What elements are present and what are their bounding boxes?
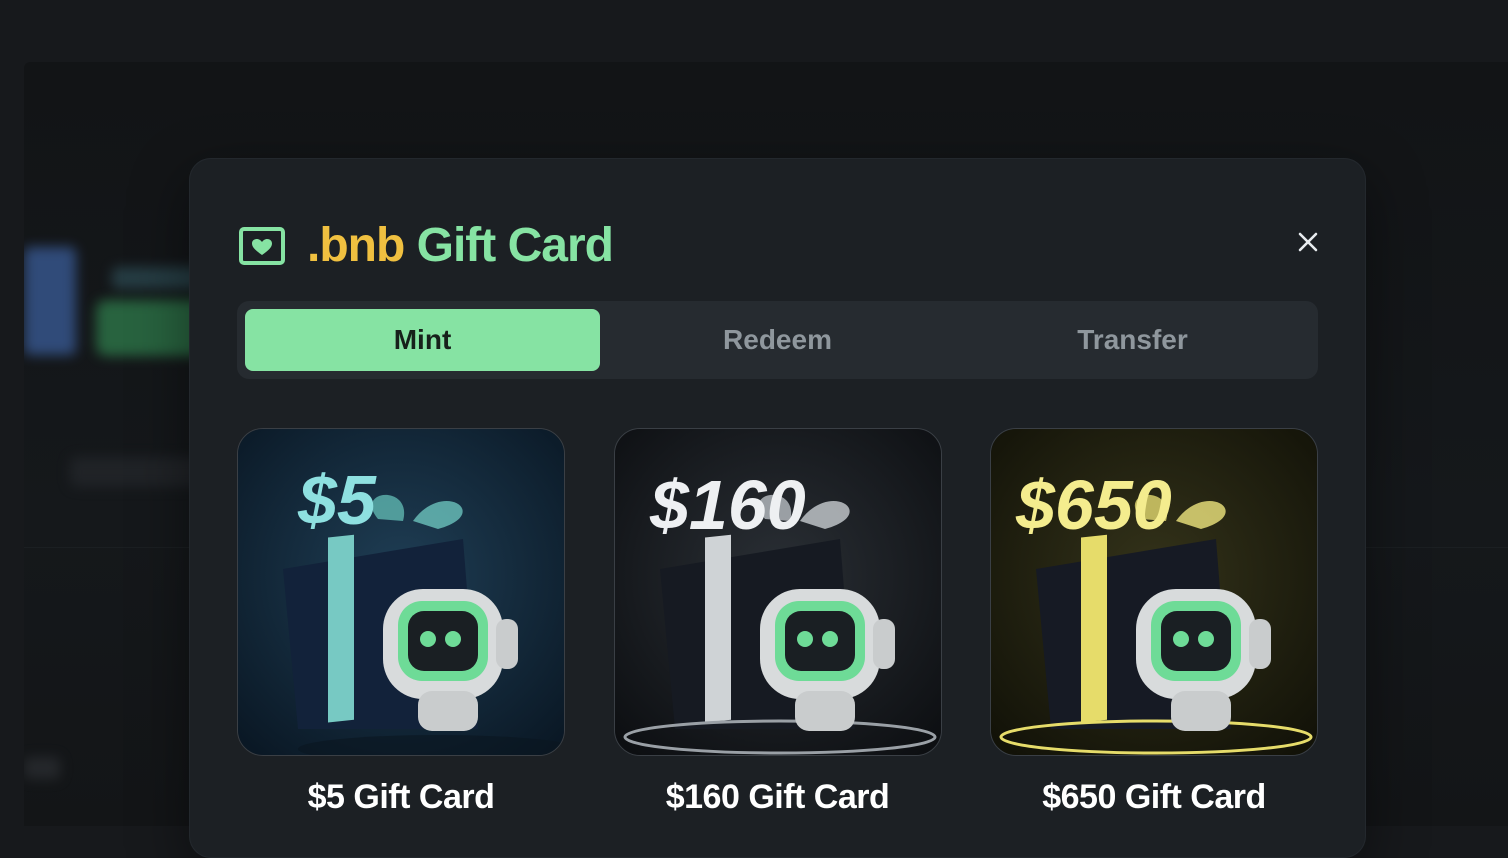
gift-card-option-650[interactable]: $650 $650 Gift Card <box>990 428 1318 817</box>
gift-card-list: $5 $5 Gift Card $160 $160 Gift Card $650… <box>237 428 1318 817</box>
gift-card-option-160[interactable]: $160 $160 Gift Card <box>613 428 942 817</box>
dialog-title: .bnb Gift Card <box>307 219 614 272</box>
tab-mint[interactable]: Mint <box>245 309 600 371</box>
gift-card-image: $5 <box>237 428 565 756</box>
gift-card-label: $650 Gift Card <box>1042 778 1266 816</box>
background-blurred-image <box>24 247 76 355</box>
title-text: Gift Card <box>404 219 614 272</box>
gift-card-label: $5 Gift Card <box>307 778 495 816</box>
tab-redeem[interactable]: Redeem <box>600 309 955 371</box>
gift-box-illustration: $160 <box>614 429 941 755</box>
gift-card-icon <box>239 227 285 265</box>
gift-card-image: $650 <box>990 428 1318 756</box>
gift-card-dialog: .bnb Gift Card Mint Redeem Transfer $5 $… <box>189 158 1366 858</box>
gift-card-option-5[interactable]: $5 $5 Gift Card <box>237 428 565 817</box>
gift-box-illustration: $5 <box>238 429 564 755</box>
card-amount-text: $650 <box>1015 466 1172 544</box>
card-amount-text: $160 <box>649 466 806 544</box>
tab-bar: Mint Redeem Transfer <box>237 301 1318 379</box>
title-brand: .bnb <box>307 219 405 272</box>
tab-transfer[interactable]: Transfer <box>955 309 1310 371</box>
gift-card-label: $160 Gift Card <box>665 778 890 816</box>
gift-box-illustration: $650 <box>991 429 1317 755</box>
card-amount-text: $5 <box>297 461 377 539</box>
close-icon[interactable] <box>1294 228 1322 256</box>
gift-card-image: $160 <box>613 428 942 756</box>
background-blurred-text <box>24 757 60 779</box>
dialog-header: .bnb Gift Card <box>239 218 614 274</box>
